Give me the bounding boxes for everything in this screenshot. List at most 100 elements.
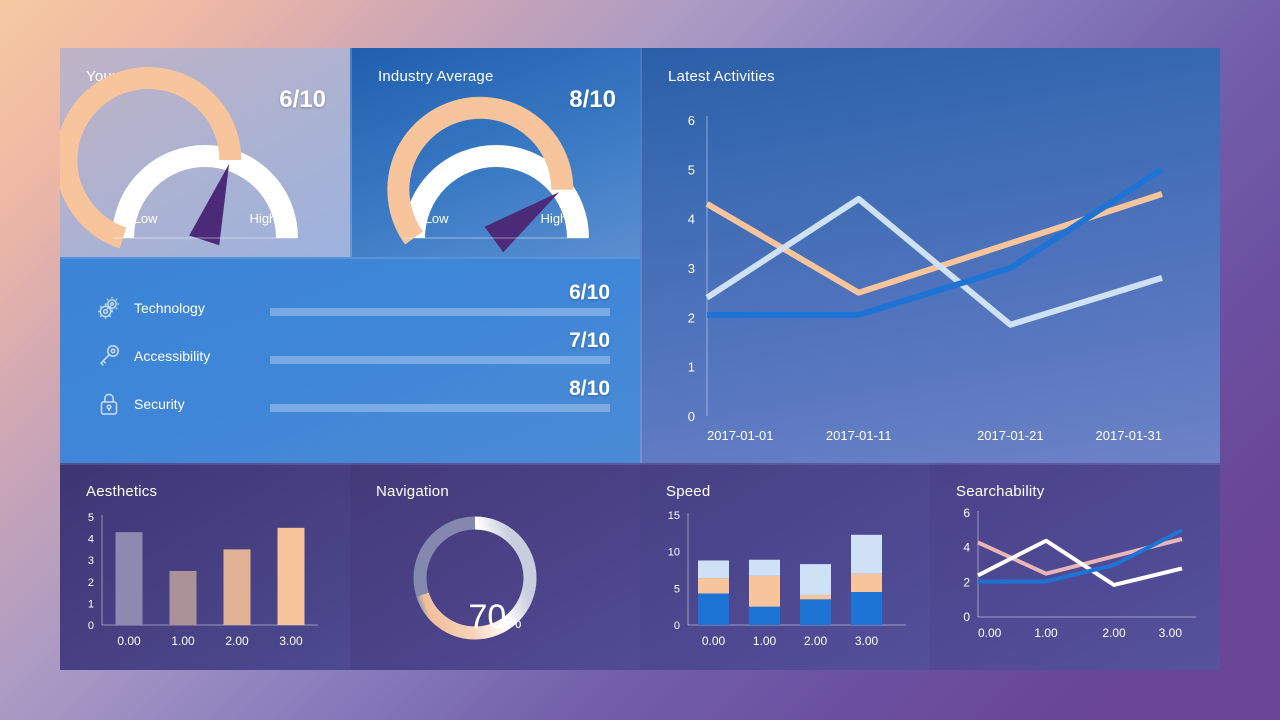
gauge-labels-industry-average: Low High — [352, 211, 640, 226]
x-tick-label: 2.00 — [804, 634, 828, 648]
bar-segment-peach-series — [749, 575, 780, 607]
donut-center-label: 70% — [350, 598, 640, 637]
bar-segment-blue-series — [800, 599, 831, 625]
bar-segment-peach-series — [698, 578, 729, 594]
metric-score: 7/10 — [569, 329, 610, 352]
chart-aesthetics: 0 1 2 3 4 5 0.00 1.00 2.00 3.00 — [60, 465, 350, 670]
gauge-high-label: High — [249, 211, 277, 226]
y-tick-label: 1 — [688, 360, 695, 375]
y-tick-label: 4 — [688, 212, 695, 227]
y-tick-label: 5 — [88, 512, 94, 524]
x-tick-label: 0.00 — [702, 634, 726, 648]
x-tick-label: 2017-01-21 — [977, 428, 1044, 443]
metric-score: 8/10 — [569, 377, 610, 400]
y-tick-label: 1 — [88, 598, 94, 610]
bar — [115, 532, 143, 625]
metric-label: Technology — [134, 300, 205, 316]
x-tick-label: 2.00 — [225, 634, 249, 648]
y-tick-label: 2 — [688, 310, 695, 325]
gauge-high-label: High — [540, 211, 568, 226]
x-tick-label: 2.00 — [1102, 626, 1126, 640]
y-tick-label: 5 — [674, 583, 680, 595]
x-tick-label: 2017-01-11 — [826, 428, 892, 443]
metric-row: Security 8/10 — [90, 377, 610, 425]
bar — [169, 571, 197, 625]
y-tick-label: 0 — [88, 620, 94, 632]
bar-segment-light-blue-series — [851, 534, 882, 574]
x-tick-label: 1.00 — [171, 634, 195, 648]
y-tick-label: 3 — [88, 555, 94, 567]
y-tick-label: 3 — [688, 261, 695, 276]
x-tick-label: 1.00 — [1034, 626, 1058, 640]
bar-segment-blue-series — [851, 592, 882, 625]
panel-navigation: Navigation 70% — [350, 463, 640, 670]
score-your-business: 6/10 — [279, 86, 326, 113]
chart-navigation — [350, 465, 640, 670]
gauge-industry-average — [352, 96, 640, 253]
line-chart-searchability: 0 2 4 6 0.00 1.00 2.00 3.00 — [963, 506, 1196, 640]
stacked-bar-chart-speed: 0 5 10 15 0.00 1.00 2.00 3.00 — [668, 510, 906, 648]
panel-searchability: Searchability 0 2 4 6 0.00 1.00 2.00 3.00 — [930, 463, 1220, 670]
metric-progress-track — [270, 356, 610, 364]
bar-segment-peach-series — [851, 573, 882, 592]
bar-segment-peach-series — [800, 594, 831, 600]
donut-percent-symbol: % — [506, 613, 522, 632]
gauge-low-label: Low — [133, 211, 158, 226]
y-tick-label: 2 — [963, 575, 970, 589]
chart-speed: 0 5 10 15 0.00 1.00 2.00 3.00 — [640, 465, 930, 670]
gauge-labels-your-business: Low High — [60, 211, 350, 226]
bar-segment-light-blue-series — [749, 559, 780, 576]
chart-searchability: 0 2 4 6 0.00 1.00 2.00 3.00 — [930, 465, 1220, 670]
panel-industry-average: Industry Average 8/10 Low High — [350, 48, 640, 257]
metrics-list: Technology 6/10 Accessibility 7/10 Security 8… — [90, 281, 610, 425]
bar-segment-blue-series — [698, 593, 729, 625]
metric-row: Technology 6/10 — [90, 281, 610, 329]
x-tick-label: 3.00 — [855, 634, 879, 648]
y-tick-label: 10 — [668, 547, 680, 559]
metric-score: 6/10 — [569, 281, 610, 304]
y-tick-label: 0 — [963, 610, 970, 624]
y-tick-label: 6 — [963, 506, 970, 520]
bar-chart-aesthetics: 0 1 2 3 4 5 0.00 1.00 2.00 3.00 — [88, 512, 318, 648]
bar — [277, 527, 305, 625]
panel-latest-activities: Latest Activities 0 1 2 3 4 5 6 2017-01-01 2017-… — [640, 48, 1220, 463]
dashboard: Your Business 6/10 Low High Industry Ave… — [60, 48, 1220, 670]
bar — [223, 549, 251, 625]
gears-icon — [96, 295, 122, 321]
padlock-icon — [96, 391, 122, 417]
gauge-needle — [189, 163, 230, 246]
x-tick-label: 1.00 — [753, 634, 777, 648]
x-tick-label: 3.00 — [279, 634, 303, 648]
panel-your-business: Your Business 6/10 Low High — [60, 48, 350, 257]
panel-aesthetics: Aesthetics 0 1 2 3 4 5 0.00 1.00 2.00 3.00 — [60, 463, 350, 670]
donut-percent-value: 70 — [468, 598, 507, 636]
y-tick-label: 4 — [963, 541, 970, 555]
panel-metrics: Technology 6/10 Accessibility 7/10 Security 8… — [60, 257, 640, 463]
donut-chart-navigation — [413, 516, 537, 640]
x-tick-label: 3.00 — [1159, 626, 1183, 640]
y-tick-label: 5 — [688, 162, 695, 177]
y-tick-label: 6 — [688, 113, 695, 128]
metric-label: Security — [134, 396, 185, 412]
metric-progress-track — [270, 308, 610, 316]
gauge-low-label: Low — [424, 211, 449, 226]
key-icon — [96, 343, 122, 369]
bar-segment-light-blue-series — [698, 560, 729, 579]
metric-label: Accessibility — [134, 348, 211, 364]
y-tick-label: 0 — [674, 620, 680, 632]
gauge-svg-your-business — [60, 67, 298, 249]
y-tick-label: 2 — [88, 577, 94, 589]
panel-speed: Speed 0 5 10 15 0.00 1.00 2.00 3.00 — [640, 463, 930, 670]
x-tick-label: 0.00 — [978, 626, 1002, 640]
metric-row: Accessibility 7/10 — [90, 329, 610, 377]
metric-progress-track — [270, 404, 610, 412]
line-series-peach-series — [705, 191, 1163, 296]
gauge-your-business — [60, 67, 350, 253]
chart-latest-activities: 0 1 2 3 4 5 6 2017-01-01 2017-01-11 2017-01-21 201… — [642, 48, 1220, 463]
line-chart-latest-activities: 0 1 2 3 4 5 6 2017-01-01 2017-01-11 2017-01-21 201… — [688, 113, 1164, 443]
x-tick-label: 2017-01-31 — [1096, 428, 1163, 443]
bar-segment-light-blue-series — [800, 564, 831, 595]
y-tick-label: 15 — [668, 510, 680, 522]
bar-segment-blue-series — [749, 606, 780, 625]
score-industry-average: 8/10 — [569, 86, 616, 113]
